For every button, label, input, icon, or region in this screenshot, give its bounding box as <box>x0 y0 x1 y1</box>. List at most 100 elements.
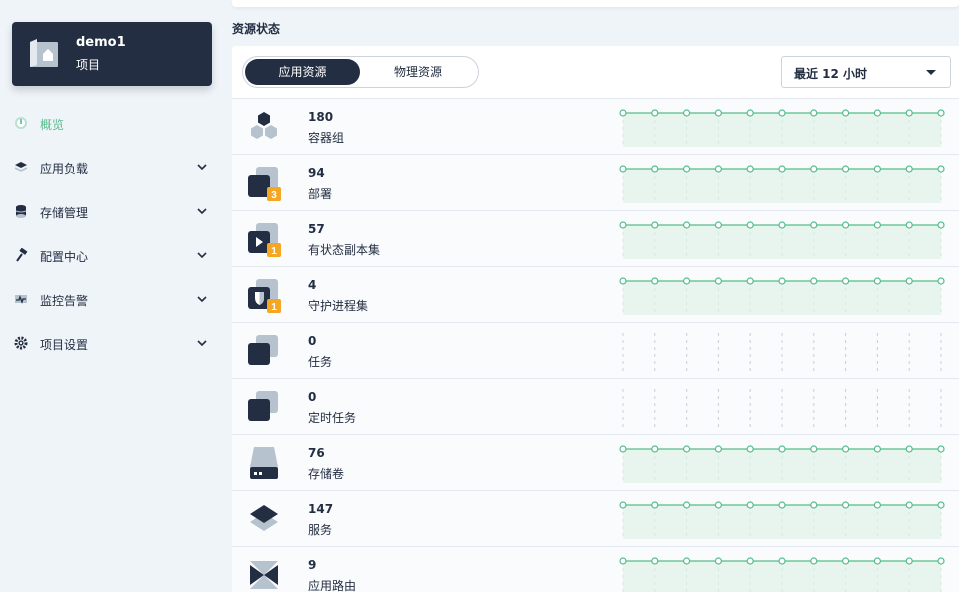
sparkline-point <box>746 557 754 565</box>
dashboard-icon <box>15 117 27 129</box>
resource-label: 服务 <box>308 523 333 537</box>
resource-trend-sparkline <box>619 221 945 259</box>
time-range-value: 最近 12 小时 <box>794 67 868 81</box>
resource-label: 部署 <box>308 187 333 201</box>
sparkline-point <box>746 501 754 509</box>
sparkline-point <box>873 277 881 285</box>
chevron-down-icon <box>197 296 207 303</box>
sidebar-item-0[interactable]: 概览 <box>12 110 212 138</box>
sidebar-item-label: 概览 <box>40 118 65 132</box>
sparkline-point <box>651 165 659 173</box>
resource-row[interactable]: 180 容器组 <box>232 98 959 154</box>
sparkline-point <box>682 445 691 453</box>
sparkline-point <box>937 501 945 509</box>
sparkline-point <box>810 277 818 285</box>
resource-count: 147 <box>308 502 334 516</box>
sidebar-item-label: 配置中心 <box>40 250 89 264</box>
resource-count: 76 <box>308 446 325 460</box>
sparkline-point <box>714 165 723 173</box>
resource-count: 0 <box>308 334 317 348</box>
resource-count: 180 <box>308 110 334 124</box>
ingress-icon <box>250 561 278 589</box>
sparkline-point <box>682 501 691 509</box>
tab-physical-resources[interactable]: 物理资源 <box>360 59 476 85</box>
resource-count: 94 <box>308 166 325 180</box>
sparkline-point <box>842 109 850 117</box>
chevron-down-icon <box>197 340 207 347</box>
sparkline-point <box>682 221 691 229</box>
sparkline-point <box>810 109 818 117</box>
sparkline-point <box>905 109 913 117</box>
top-bar <box>232 0 959 7</box>
resource-trend-sparkline <box>622 333 942 371</box>
resource-count: 4 <box>308 278 317 292</box>
resource-row[interactable]: 147 服务 <box>232 490 959 546</box>
resource-row[interactable]: 1 57 有状态副本集 <box>232 210 959 266</box>
sparkline-point <box>651 221 659 229</box>
resource-count: 9 <box>308 558 317 572</box>
sparkline-point <box>746 221 754 229</box>
sparkline-point <box>746 445 754 453</box>
sidebar-item-label: 存储管理 <box>40 206 89 220</box>
sidebar-item-label: 监控告警 <box>40 294 89 308</box>
sparkline-point <box>905 165 913 173</box>
resource-label: 容器组 <box>308 131 345 145</box>
chevron-down-icon <box>197 164 207 171</box>
sparkline-point <box>778 165 786 173</box>
sparkline-point <box>714 445 723 453</box>
sparkline-point <box>746 109 754 117</box>
chevron-down-icon <box>197 252 207 259</box>
resource-row[interactable]: 3 94 部署 <box>232 154 959 210</box>
sparkline-point <box>810 221 818 229</box>
sparkline-point <box>842 221 850 229</box>
sparkline-point <box>682 557 691 565</box>
sparkline-point <box>937 221 945 229</box>
project-icon <box>30 39 58 67</box>
sparkline-point <box>905 557 913 565</box>
resource-list: 180 容器组 3 94 部署 1 57 有状态副本集 1 4 守护进程集 0 任务 0 定时任务 76 存储卷… <box>232 98 959 592</box>
sparkline-point <box>651 445 659 453</box>
deployment-icon: 3 <box>248 167 281 201</box>
resource-row[interactable]: 0 定时任务 <box>232 378 959 434</box>
resource-trend-sparkline <box>619 557 945 592</box>
sidebar-item-2[interactable]: 存储管理 <box>12 198 212 226</box>
sidebar-item-1[interactable]: 应用负载 <box>12 154 212 182</box>
sidebar-item-3[interactable]: 配置中心 <box>12 242 212 270</box>
tab-app-resources[interactable]: 应用资源 <box>245 59 360 85</box>
project-card[interactable]: demo1 项目 <box>12 22 212 86</box>
sparkline-point <box>842 277 850 285</box>
resource-row[interactable]: 9 应用路由 <box>232 546 959 592</box>
service-icon <box>250 505 278 531</box>
sparkline-point <box>651 277 659 285</box>
svg-text:1: 1 <box>271 302 277 313</box>
sparkline-point <box>905 501 913 509</box>
resource-status-panel: 应用资源 物理资源 最近 12 小时 180 容器组 3 94 部署 1 57 有状态副本集 1… <box>232 46 959 592</box>
resource-trend-sparkline <box>619 501 945 539</box>
sparkline-point <box>619 277 627 285</box>
sparkline-point <box>619 501 627 509</box>
sparkline-point <box>905 221 913 229</box>
sparkline-point <box>778 557 786 565</box>
resource-label: 有状态副本集 <box>308 243 381 257</box>
sparkline-point <box>873 165 881 173</box>
sparkline-point <box>682 165 691 173</box>
sparkline-point <box>651 501 659 509</box>
volume-icon <box>250 447 278 479</box>
caret-down-icon <box>926 70 936 75</box>
sparkline-point <box>937 277 945 285</box>
sidebar-item-4[interactable]: 监控告警 <box>12 286 212 314</box>
chevron-down-icon <box>197 208 207 215</box>
resource-row[interactable]: 76 存储卷 <box>232 434 959 490</box>
sparkline-point <box>714 557 723 565</box>
resource-row[interactable]: 0 任务 <box>232 322 959 378</box>
resource-row[interactable]: 1 4 守护进程集 <box>232 266 959 322</box>
sidebar-item-label: 项目设置 <box>40 338 89 352</box>
sidebar-item-5[interactable]: 项目设置 <box>12 330 212 358</box>
project-name: demo1 <box>76 35 126 50</box>
sparkline-point <box>651 109 659 117</box>
sparkline-point <box>619 557 627 565</box>
sidebar: demo1 项目 概览应用负载存储管理配置中心监控告警项目设置 <box>0 0 222 592</box>
sparkline-point <box>619 165 627 173</box>
gear-icon <box>14 336 28 350</box>
time-range-select[interactable]: 最近 12 小时 <box>781 56 951 88</box>
